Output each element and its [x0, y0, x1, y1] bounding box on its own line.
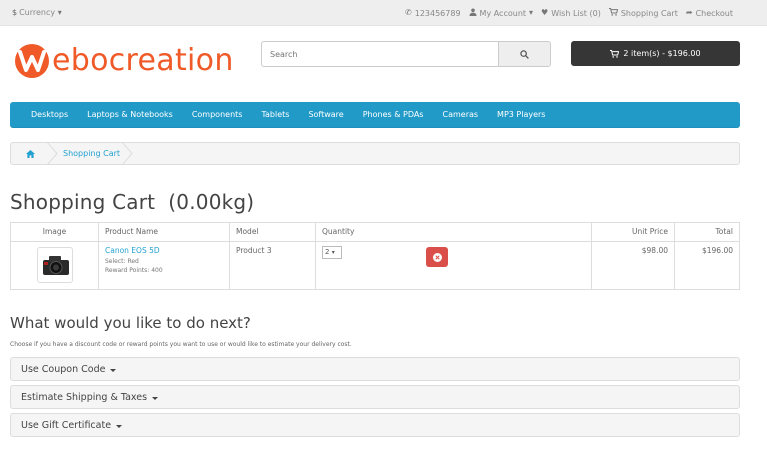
col-model: Model [229, 222, 316, 242]
table-header-row: Image Product Name Model Quantity Unit P… [10, 222, 740, 242]
close-circle-icon [432, 252, 442, 262]
quantity-value: 2 [325, 248, 330, 256]
shipping-panel[interactable]: Estimate Shipping & Taxes [10, 385, 740, 409]
breadcrumb-separator [47, 142, 58, 165]
model-cell: Product 3 [229, 241, 316, 290]
coupon-panel-label: Use Coupon Code [21, 363, 106, 375]
menu-item-software[interactable]: Software [308, 110, 343, 119]
col-unit-price: Unit Price [591, 222, 675, 242]
breadcrumb-label: Shopping Cart [63, 149, 121, 158]
page-title: Shopping Cart (0.00kg) [10, 190, 255, 214]
cart-table: Image Product Name Model Quantity Unit P… [10, 222, 740, 290]
share-arrow-icon: ➦ [685, 8, 693, 17]
cart-icon [610, 49, 620, 58]
my-account-label: My Account [479, 8, 527, 18]
user-icon [469, 8, 477, 18]
unit-price-cell: $98.00 [591, 241, 675, 290]
menu-item-components[interactable]: Components [192, 110, 243, 119]
search-icon [520, 49, 529, 59]
menu-item-laptops[interactable]: Laptops & Notebooks [87, 110, 173, 119]
my-account-dropdown[interactable]: My Account ▾ [469, 8, 534, 18]
table-row: Canon EOS 5D Select: Red Reward Points: … [10, 241, 740, 290]
total-cell: $196.00 [674, 241, 740, 290]
product-reward-points: Reward Points: 400 [105, 267, 163, 274]
gift-certificate-panel-label: Use Gift Certificate [21, 419, 112, 431]
product-image-cell [10, 241, 99, 290]
col-quantity: Quantity [315, 222, 592, 242]
dollar-icon: $ [12, 8, 18, 17]
col-image: Image [10, 222, 99, 242]
caret-down-icon [152, 396, 159, 400]
shopping-cart-label: Shopping Cart [620, 8, 678, 18]
cart-summary-label: 2 item(s) - $196.00 [623, 49, 701, 58]
gift-certificate-panel[interactable]: Use Gift Certificate [10, 413, 740, 437]
search-input[interactable] [261, 41, 499, 67]
cart-summary-button[interactable]: 2 item(s) - $196.00 [571, 41, 740, 66]
main-menu: Desktops Laptops & Notebooks Components … [10, 102, 740, 128]
shopping-cart-link[interactable]: Shopping Cart [608, 8, 678, 18]
phone-link[interactable]: ✆ 123456789 [405, 9, 461, 18]
caret-down-icon [110, 368, 117, 372]
quantity-select[interactable]: 2 ▾ [322, 246, 342, 259]
currency-label: Currency [19, 8, 56, 17]
search-bar [261, 41, 551, 67]
search-button[interactable] [498, 41, 551, 67]
cart-icon [608, 8, 619, 18]
breadcrumb: Shopping Cart [10, 142, 740, 165]
logo[interactable]: ebocreation [15, 43, 234, 78]
top-bar: $ Currency ▾ ✆ 123456789 My Account ▾ ♥ W… [0, 0, 767, 26]
wish-list-label: Wish List (0) [551, 8, 601, 18]
menu-item-mp3[interactable]: MP3 Players [497, 110, 545, 119]
caret-down-icon [116, 424, 123, 428]
caret-down-icon: ▾ [529, 8, 534, 17]
phone-number: 123456789 [414, 8, 461, 18]
home-icon [25, 149, 35, 158]
next-section-title: What would you like to do next? [10, 314, 251, 332]
logo-w-icon [15, 43, 49, 78]
breadcrumb-separator [122, 142, 133, 165]
caret-down-icon: ▾ [331, 249, 335, 256]
col-total: Total [674, 222, 740, 242]
shipping-panel-label: Estimate Shipping & Taxes [21, 391, 148, 403]
col-product-name: Product Name [98, 222, 230, 242]
breadcrumb-home[interactable] [11, 149, 49, 158]
wish-list-link[interactable]: ♥ Wish List (0) [541, 9, 601, 18]
currency-dropdown[interactable]: $ Currency ▾ [12, 8, 62, 17]
menu-item-cameras[interactable]: Cameras [442, 110, 478, 119]
next-section-description: Choose if you have a discount code or re… [10, 341, 352, 348]
breadcrumb-item-cart[interactable]: Shopping Cart [47, 142, 133, 165]
menu-item-tablets[interactable]: Tablets [261, 110, 289, 119]
logo-text: ebocreation [52, 43, 234, 78]
menu-item-phones[interactable]: Phones & PDAs [363, 110, 424, 119]
checkout-link[interactable]: ➦ Checkout [686, 9, 733, 18]
phone-icon: ✆ [405, 8, 412, 17]
coupon-panel[interactable]: Use Coupon Code [10, 357, 740, 381]
product-thumbnail[interactable] [36, 247, 73, 283]
camera-icon [42, 256, 69, 275]
heart-icon: ♥ [541, 8, 549, 17]
remove-item-button[interactable] [426, 247, 449, 267]
caret-down-icon: ▾ [57, 8, 62, 17]
quantity-cell: 2 ▾ [315, 241, 592, 290]
menu-item-desktops[interactable]: Desktops [31, 110, 68, 119]
product-name-cell: Canon EOS 5D Select: Red Reward Points: … [98, 241, 230, 290]
checkout-label: Checkout [695, 8, 733, 18]
product-name-link[interactable]: Canon EOS 5D [105, 246, 160, 255]
product-option: Select: Red [105, 258, 139, 265]
